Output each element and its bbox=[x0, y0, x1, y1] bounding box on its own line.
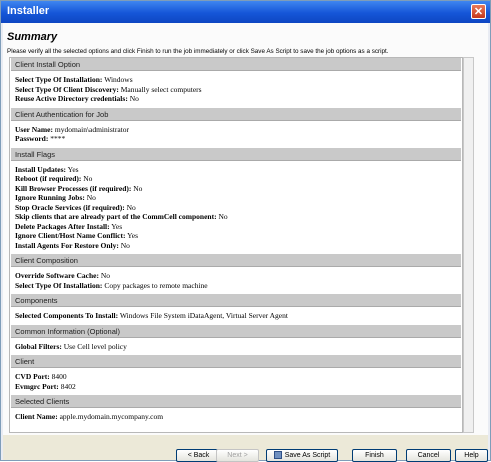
summary-row: Override Software Cache: No bbox=[15, 271, 110, 280]
close-icon[interactable]: ✕ bbox=[471, 4, 486, 19]
summary-row-value: Use Cell level policy bbox=[63, 341, 127, 351]
summary-row-label: Selected Components To Install: bbox=[15, 311, 119, 320]
summary-row-label: User Name: bbox=[15, 124, 53, 134]
summary-row-label: Kill Browser Processes (if required): bbox=[15, 183, 132, 193]
summary-row-value: No bbox=[133, 183, 143, 193]
summary-row: Kill Browser Processes (if required): No bbox=[15, 184, 142, 193]
summary-row: Global Filters: Use Cell level policy bbox=[15, 342, 127, 351]
summary-row-label: Ignore Running Jobs: bbox=[15, 193, 85, 202]
save-as-script-label: Save As Script bbox=[284, 452, 331, 459]
summary-row-label: Select Type Of Installation: bbox=[15, 75, 103, 84]
section-header: Client Authentication for Job bbox=[11, 107, 461, 121]
summary-row-value: Windows bbox=[104, 75, 133, 84]
summary-row: Reuse Active Directory credentials: No bbox=[15, 94, 139, 103]
instructions-text: Please verify all the selected options a… bbox=[7, 48, 389, 55]
summary-row-value: No bbox=[100, 271, 111, 280]
summary-row: Ignore Running Jobs: No bbox=[15, 193, 96, 202]
summary-row-value: No bbox=[129, 94, 139, 103]
summary-row-label: Reuse Active Directory credentials: bbox=[15, 94, 128, 103]
summary-row-label: Global Filters: bbox=[15, 341, 62, 351]
summary-row: Ignore Client/Host Name Conflict: Yes bbox=[15, 231, 138, 240]
cancel-button[interactable]: Cancel bbox=[406, 449, 451, 462]
help-button[interactable]: Help bbox=[455, 449, 488, 462]
title-bar: Installer ✕ bbox=[1, 1, 490, 23]
summary-row-value: No bbox=[218, 212, 228, 221]
summary-row-label: Ignore Client/Host Name Conflict: bbox=[15, 231, 126, 240]
summary-row-value: Yes bbox=[111, 221, 123, 231]
back-button[interactable]: < Back bbox=[176, 449, 221, 462]
summary-row-value: **** bbox=[50, 134, 66, 143]
summary-row: Delete Packages After Install: Yes bbox=[15, 222, 122, 231]
finish-button-label: Finish bbox=[365, 452, 384, 459]
section-header: Client Composition bbox=[11, 254, 461, 267]
summary-row-value: 8402 bbox=[60, 381, 76, 391]
summary-row: Stop Oracle Services (if required): No bbox=[15, 203, 136, 212]
summary-row-label: Install Updates: bbox=[15, 164, 67, 174]
summary-row-value: mydomain\administrator bbox=[54, 124, 130, 134]
summary-row: Reboot (if required): No bbox=[15, 174, 92, 183]
summary-row-value: 8400 bbox=[51, 372, 67, 381]
summary-panel: Client Install Option Select Type Of Inst… bbox=[9, 57, 463, 433]
summary-row: Client Name: apple.mydomain.mycompany.co… bbox=[15, 412, 163, 421]
section-header: Common Information (Optional) bbox=[11, 324, 461, 338]
cancel-button-label: Cancel bbox=[417, 452, 440, 459]
summary-row-value: apple.mydomain.mycompany.com bbox=[59, 412, 164, 421]
summary-row: CVD Port: 8400 bbox=[15, 372, 67, 381]
vertical-scrollbar[interactable] bbox=[463, 57, 474, 433]
summary-row: Password: **** bbox=[15, 134, 65, 143]
summary-row-label: Client Name: bbox=[15, 412, 58, 421]
summary-row-label: Evmgrc Port: bbox=[15, 381, 59, 391]
summary-row-value: Copy packages to remote machine bbox=[104, 280, 208, 290]
summary-row-value: No bbox=[83, 174, 93, 183]
back-button-label: < Back bbox=[187, 452, 210, 459]
summary-row-value: No bbox=[120, 240, 130, 250]
summary-row-label: CVD Port: bbox=[15, 372, 50, 381]
summary-row-label: Override Software Cache: bbox=[15, 271, 100, 280]
summary-row: Select Type Of Installation: Windows bbox=[15, 75, 133, 84]
summary-row: Selected Components To Install: Windows … bbox=[15, 311, 288, 320]
finish-button[interactable]: Finish bbox=[352, 449, 397, 462]
summary-row-label: Password: bbox=[15, 134, 49, 143]
summary-row: Install Updates: Yes bbox=[15, 165, 79, 174]
summary-row: Skip clients that are already part of th… bbox=[15, 212, 228, 221]
summary-row-value: Windows File System iDataAgent, Virtual … bbox=[119, 311, 288, 320]
next-button-label: Next > bbox=[227, 452, 248, 459]
content-area: Summary Please verify all the selected o… bbox=[3, 23, 488, 435]
summary-row: Install Agents For Restore Only: No bbox=[15, 241, 130, 250]
summary-row-label: Delete Packages After Install: bbox=[15, 221, 110, 231]
summary-row-value: Yes bbox=[127, 231, 139, 240]
summary-row-value: No bbox=[126, 202, 136, 212]
installer-window: Installer ✕ Summary Please verify all th… bbox=[0, 0, 491, 462]
summary-row-value: Yes bbox=[67, 164, 79, 174]
page-heading: Summary bbox=[7, 31, 58, 43]
summary-row: Select Type Of Client Discovery: Manuall… bbox=[15, 85, 202, 94]
summary-row-label: Reboot (if required): bbox=[15, 174, 82, 183]
section-header: Components bbox=[11, 294, 461, 307]
help-button-label: Help bbox=[464, 452, 479, 459]
summary-row-label: Install Agents For Restore Only: bbox=[15, 240, 119, 250]
section-header: Selected Clients bbox=[11, 395, 461, 408]
section-header: Install Flags bbox=[11, 147, 461, 161]
save-script-icon bbox=[273, 451, 282, 460]
section-header: Client Install Option bbox=[11, 58, 461, 71]
summary-row-label: Select Type Of Client Discovery: bbox=[15, 84, 119, 94]
summary-row: Select Type Of Installation: Copy packag… bbox=[15, 281, 208, 290]
summary-row-label: Skip clients that are already part of th… bbox=[15, 212, 217, 221]
section-header: Client bbox=[11, 355, 461, 368]
summary-row-value: Manually select computers bbox=[120, 84, 202, 94]
save-as-script-button[interactable]: Save As Script bbox=[266, 449, 338, 462]
window-title: Installer bbox=[7, 5, 50, 17]
summary-row: User Name: mydomain\administrator bbox=[15, 125, 129, 134]
summary-row-label: Stop Oracle Services (if required): bbox=[15, 202, 125, 212]
summary-row: Evmgrc Port: 8402 bbox=[15, 382, 76, 391]
summary-row-value: No bbox=[86, 193, 96, 202]
summary-row-label: Select Type Of Installation: bbox=[15, 280, 103, 290]
next-button[interactable]: Next > bbox=[216, 449, 259, 462]
